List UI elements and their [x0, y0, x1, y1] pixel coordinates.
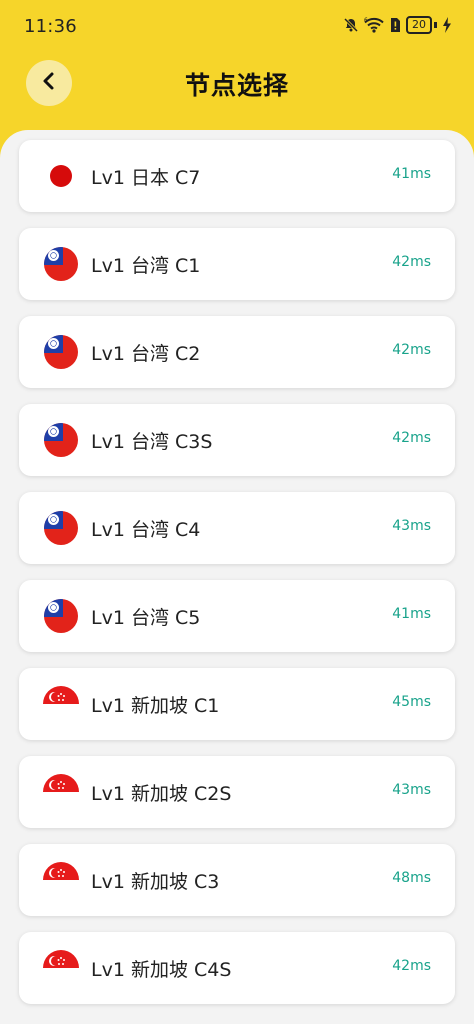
- node-latency: 41ms: [392, 606, 431, 622]
- node-latency: 42ms: [392, 254, 431, 270]
- sim-alert-icon: [389, 17, 401, 33]
- node-name: Lv1 台湾 C4: [91, 519, 201, 541]
- svg-text:6: 6: [364, 17, 368, 24]
- node-row[interactable]: Lv1 台湾 C5 41ms: [19, 580, 455, 652]
- node-row[interactable]: Lv1 日本 C7 41ms: [19, 140, 455, 212]
- node-latency: 42ms: [392, 430, 431, 446]
- japan-flag-icon: [43, 158, 79, 194]
- node-row[interactable]: Lv1 台湾 C1 42ms: [19, 228, 455, 300]
- node-latency: 41ms: [392, 166, 431, 182]
- status-time: 11:36: [24, 16, 77, 37]
- node-latency: 42ms: [392, 958, 431, 974]
- page-title: 节点选择: [184, 71, 289, 100]
- node-row[interactable]: Lv1 新加坡 C4S 42ms: [19, 932, 455, 1004]
- node-row[interactable]: Lv1 台湾 C4 43ms: [19, 492, 455, 564]
- singapore-flag-icon: [43, 862, 79, 898]
- singapore-flag-icon: [43, 950, 79, 986]
- status-bar: 11:36 6 20: [0, 0, 474, 54]
- node-name: Lv1 台湾 C2: [91, 343, 201, 365]
- taiwan-flag-icon: [43, 510, 79, 546]
- node-row[interactable]: Lv1 新加坡 C1 45ms: [19, 668, 455, 740]
- singapore-flag-icon: [43, 686, 79, 722]
- node-name: Lv1 新加坡 C1: [91, 695, 220, 717]
- charging-bolt-icon: [442, 17, 452, 33]
- node-latency: 42ms: [392, 342, 431, 358]
- node-name: Lv1 新加坡 C2S: [91, 783, 232, 805]
- node-row[interactable]: Lv1 台湾 C2 42ms: [19, 316, 455, 388]
- taiwan-flag-icon: [43, 246, 79, 282]
- node-row[interactable]: Lv1 台湾 C3S 42ms: [19, 404, 455, 476]
- node-latency: 43ms: [392, 782, 431, 798]
- node-row[interactable]: Lv1 新加坡 C3 48ms: [19, 844, 455, 916]
- node-name: Lv1 台湾 C1: [91, 255, 201, 277]
- node-name: Lv1 新加坡 C4S: [91, 959, 232, 981]
- node-name: Lv1 台湾 C5: [91, 607, 201, 629]
- node-latency: 45ms: [392, 694, 431, 710]
- wifi-icon: 6: [364, 17, 384, 33]
- status-icons: 6 20: [343, 16, 452, 34]
- node-name: Lv1 新加坡 C3: [91, 871, 220, 893]
- node-list: Lv1 日本 C7 41ms Lv1 台湾 C1 42ms Lv1 台湾 C2 42m…: [19, 140, 455, 1020]
- taiwan-flag-icon: [43, 334, 79, 370]
- taiwan-flag-icon: [43, 598, 79, 634]
- node-row[interactable]: Lv1 新加坡 C2S 43ms: [19, 756, 455, 828]
- taiwan-flag-icon: [43, 422, 79, 458]
- node-latency: 48ms: [392, 870, 431, 886]
- node-name: Lv1 日本 C7: [91, 167, 201, 189]
- app-header: 节点选择: [0, 54, 474, 124]
- mute-bell-icon: [343, 17, 359, 33]
- node-latency: 43ms: [392, 518, 431, 534]
- battery-level: 20: [406, 16, 432, 34]
- singapore-flag-icon: [43, 774, 79, 810]
- battery-icon: 20: [406, 16, 437, 34]
- node-name: Lv1 台湾 C3S: [91, 431, 213, 453]
